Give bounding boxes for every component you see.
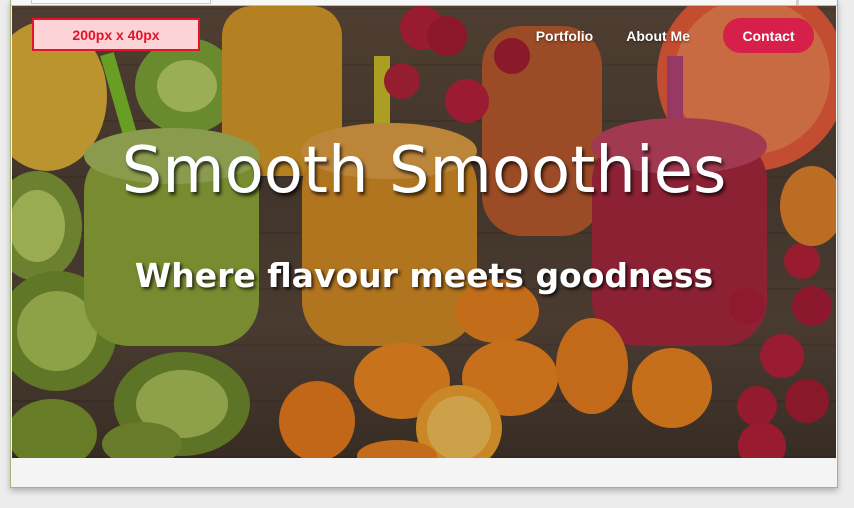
top-strip-tab	[31, 0, 211, 4]
content-area	[12, 458, 836, 487]
hero-section: 200px x 40px Portfolio About Me Contact …	[12, 6, 836, 458]
hero-subtitle: Where flavour meets goodness	[134, 256, 714, 295]
nav-link-portfolio[interactable]: Portfolio	[536, 28, 594, 44]
nav-link-about-me[interactable]: About Me	[626, 28, 690, 44]
hero-title: Smooth Smoothies	[121, 134, 727, 208]
contact-button[interactable]: Contact	[723, 18, 814, 53]
hero-background-image	[12, 6, 836, 458]
logo-placeholder[interactable]: 200px x 40px	[32, 18, 200, 51]
top-strip-marker	[796, 0, 799, 5]
browser-viewport: 200px x 40px Portfolio About Me Contact …	[10, 0, 838, 488]
main-nav: Portfolio About Me Contact	[536, 18, 814, 53]
